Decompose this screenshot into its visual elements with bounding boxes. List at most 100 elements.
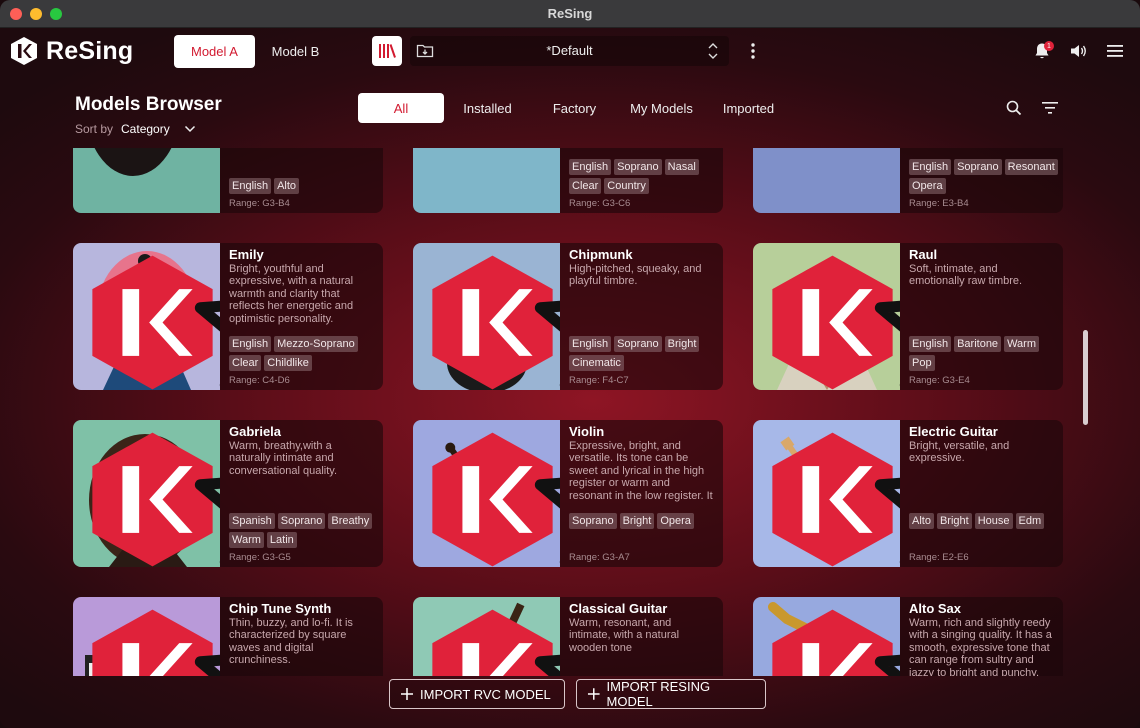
model-tags: Soprano Bright Opera: [569, 513, 719, 529]
tag[interactable]: English: [569, 336, 612, 352]
tag[interactable]: Cinematic: [569, 355, 624, 371]
model-thumbnail[interactable]: [753, 148, 900, 213]
tag[interactable]: Opera: [657, 513, 694, 529]
model-card[interactable]: English Soprano Nasal Clear Country Range: G3…: [413, 148, 723, 213]
model-name: Chip Tune Synth: [229, 601, 332, 616]
tag[interactable]: Bright: [936, 513, 972, 529]
model-thumbnail[interactable]: [413, 597, 560, 676]
tab-all[interactable]: All: [358, 93, 444, 123]
model-card[interactable]: Chip Tune Synth Thin, buzzy, and lo-fi. I…: [73, 597, 383, 676]
model-thumbnail[interactable]: [413, 243, 560, 390]
tag[interactable]: Childlike: [264, 355, 312, 371]
tag[interactable]: Soprano: [614, 336, 662, 352]
tag[interactable]: Nasal: [664, 159, 699, 175]
tag[interactable]: English: [229, 336, 272, 352]
model-thumbnail[interactable]: [413, 420, 560, 567]
model-range: Range: G3-A7: [569, 552, 630, 563]
model-description: Expressive, bright, and versatile. Its t…: [569, 440, 713, 502]
minimize-window-button[interactable]: [30, 8, 42, 20]
model-card[interactable]: English Soprano Resonant Opera Range: E3-B4: [753, 148, 1063, 213]
favorite-star-icon[interactable]: [873, 426, 900, 567]
model-thumbnail[interactable]: [73, 148, 220, 213]
filter-icon[interactable]: [1042, 101, 1058, 115]
tab-my-models[interactable]: My Models: [618, 93, 705, 123]
search-icon[interactable]: [1006, 100, 1022, 116]
tag[interactable]: Clear: [569, 178, 602, 194]
import-rvc-button[interactable]: IMPORT RVC MODEL: [389, 679, 565, 709]
model-card[interactable]: Electric Guitar Bright, versatile, and ex…: [753, 420, 1063, 567]
model-thumbnail[interactable]: [753, 597, 900, 676]
tag[interactable]: Bright: [619, 513, 655, 529]
model-card[interactable]: Gabriela Warm, breathy,with a naturally i…: [73, 420, 383, 567]
favorite-star-icon[interactable]: [193, 249, 220, 390]
tag[interactable]: Mezzo-Soprano: [274, 336, 358, 352]
tab-imported[interactable]: Imported: [705, 93, 792, 123]
tag[interactable]: English: [909, 159, 952, 175]
favorite-star-icon[interactable]: [193, 603, 220, 676]
sort-value[interactable]: Category: [121, 122, 170, 136]
tag[interactable]: Resonant: [1004, 159, 1058, 175]
tab-factory[interactable]: Factory: [531, 93, 618, 123]
scrollbar-thumb[interactable]: [1083, 330, 1088, 425]
library-button[interactable]: [372, 36, 402, 66]
model-thumbnail[interactable]: [753, 243, 900, 390]
import-resing-button[interactable]: IMPORT RESING MODEL: [576, 679, 766, 709]
tag[interactable]: Breathy: [328, 513, 373, 529]
model-thumbnail[interactable]: [73, 243, 220, 390]
tag[interactable]: Alto: [274, 178, 300, 194]
model-card[interactable]: Alto Sax Warm, rich and slightly reedy wi…: [753, 597, 1063, 676]
tag[interactable]: Warm: [1004, 336, 1039, 352]
tag[interactable]: Warm: [229, 532, 264, 548]
tag[interactable]: Spanish: [229, 513, 275, 529]
tag[interactable]: House: [974, 513, 1013, 529]
tag[interactable]: English: [909, 336, 952, 352]
tab-model-b[interactable]: Model B: [255, 35, 336, 68]
model-card-body: English Soprano Nasal Clear Country Range: G3…: [569, 148, 715, 213]
tab-installed[interactable]: Installed: [444, 93, 531, 123]
model-card[interactable]: English Alto Range: G3-B4: [73, 148, 383, 213]
chevron-down-icon[interactable]: [184, 125, 196, 133]
favorite-star-icon[interactable]: [533, 249, 560, 390]
model-card-body: Electric Guitar Bright, versatile, and ex…: [909, 420, 1055, 567]
model-card[interactable]: Emily Bright, youthful and expressive, wi…: [73, 243, 383, 390]
model-thumbnail[interactable]: [73, 597, 220, 676]
favorite-star-icon[interactable]: [533, 426, 560, 567]
tag[interactable]: Alto: [909, 513, 934, 529]
sort-control[interactable]: Sort by Category: [75, 122, 196, 136]
close-window-button[interactable]: [10, 8, 22, 20]
tag[interactable]: Latin: [266, 532, 297, 548]
model-thumbnail[interactable]: [753, 420, 900, 567]
model-card[interactable]: Raul Soft, intimate, and emotionally raw …: [753, 243, 1063, 390]
tag[interactable]: Clear: [229, 355, 262, 371]
preset-selector[interactable]: *Default: [410, 36, 729, 66]
resing-logo-icon: [11, 37, 37, 65]
favorite-star-icon[interactable]: [533, 603, 560, 676]
tag[interactable]: Pop: [909, 355, 935, 371]
model-card[interactable]: Chipmunk High-pitched, squeaky, and playf…: [413, 243, 723, 390]
tag[interactable]: Soprano: [614, 159, 662, 175]
tag[interactable]: Bright: [664, 336, 700, 352]
title-bar: ReSing: [0, 0, 1140, 28]
model-thumbnail[interactable]: [73, 420, 220, 567]
tag[interactable]: English: [229, 178, 272, 194]
model-card[interactable]: Violin Expressive, bright, and versatile.…: [413, 420, 723, 567]
volume-icon[interactable]: [1070, 43, 1088, 59]
chevron-updown-icon[interactable]: [707, 40, 719, 62]
model-thumbnail[interactable]: [413, 148, 560, 213]
tag[interactable]: Baritone: [954, 336, 1002, 352]
tag[interactable]: Soprano: [277, 513, 326, 529]
tag[interactable]: English: [569, 159, 612, 175]
more-options-icon[interactable]: [746, 42, 760, 60]
tag[interactable]: Opera: [909, 178, 946, 194]
menu-icon[interactable]: [1107, 44, 1123, 58]
maximize-window-button[interactable]: [50, 8, 62, 20]
model-card[interactable]: Classical Guitar Warm, resonant, and inti…: [413, 597, 723, 676]
favorite-star-icon[interactable]: [193, 426, 220, 567]
tag[interactable]: Soprano: [569, 513, 617, 529]
tag[interactable]: Edm: [1015, 513, 1045, 529]
favorite-star-icon[interactable]: [873, 603, 900, 676]
tag[interactable]: Country: [604, 178, 649, 194]
tag[interactable]: Soprano: [954, 159, 1002, 175]
tab-model-a[interactable]: Model A: [174, 35, 255, 68]
favorite-star-icon[interactable]: [873, 249, 900, 390]
